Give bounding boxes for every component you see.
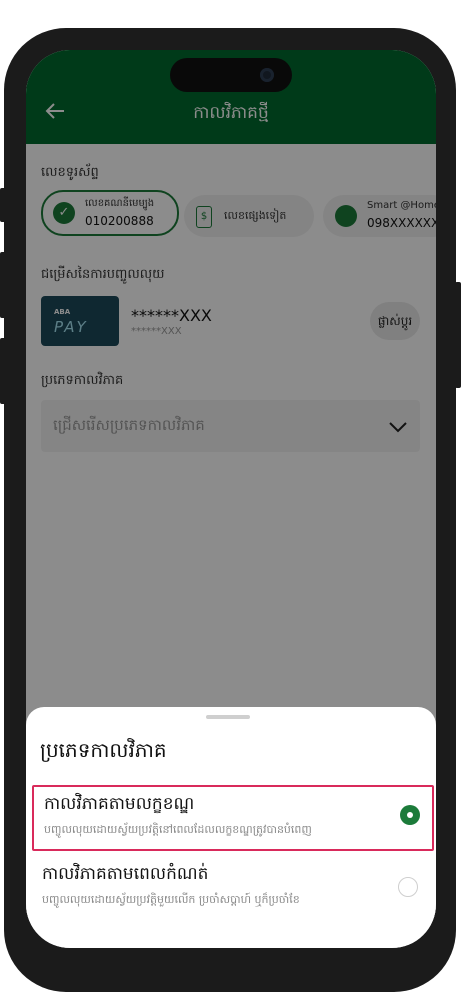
radio-unselected-icon[interactable] bbox=[398, 877, 418, 897]
bottom-sheet: ប្រភេទកាលវិភាគ កាលវិភាគតាមលក្ខខណ្ឌ បញ្ចូ… bbox=[26, 707, 436, 948]
option-title: កាលវិភាគតាមពេលកំណត់ bbox=[42, 864, 209, 884]
phone-side-button bbox=[455, 282, 461, 388]
sheet-title: ប្រភេទកាលវិភាគ bbox=[40, 738, 167, 762]
phone-screen: កាលវិភាគថ្មី លេខទូរស័ព្ទ ✓ លេខគណនីមេម្បូ… bbox=[26, 50, 436, 948]
phone-side-button bbox=[0, 338, 6, 404]
option-timed-schedule[interactable]: កាលវិភាគតាមពេលកំណត់ បញ្ចូលលុយដោយស្វ័យប្រ… bbox=[32, 857, 430, 919]
option-description: បញ្ចូលលុយដោយស្វ័យប្រវត្តិនៅពេលដែលលក្ខខណ្… bbox=[44, 823, 312, 836]
option-title: កាលវិភាគតាមលក្ខខណ្ឌ bbox=[44, 794, 195, 814]
phone-side-button bbox=[0, 252, 6, 318]
option-conditional-schedule[interactable]: កាលវិភាគតាមលក្ខខណ្ឌ បញ្ចូលលុយដោយស្វ័យប្រ… bbox=[32, 785, 434, 851]
sheet-drag-handle[interactable] bbox=[206, 715, 250, 719]
phone-side-button bbox=[0, 188, 6, 222]
option-description: បញ្ចូលលុយដោយស្វ័យប្រវត្តិមួយលើក ប្រចាំសប… bbox=[42, 893, 300, 906]
radio-selected-icon[interactable] bbox=[400, 805, 420, 825]
